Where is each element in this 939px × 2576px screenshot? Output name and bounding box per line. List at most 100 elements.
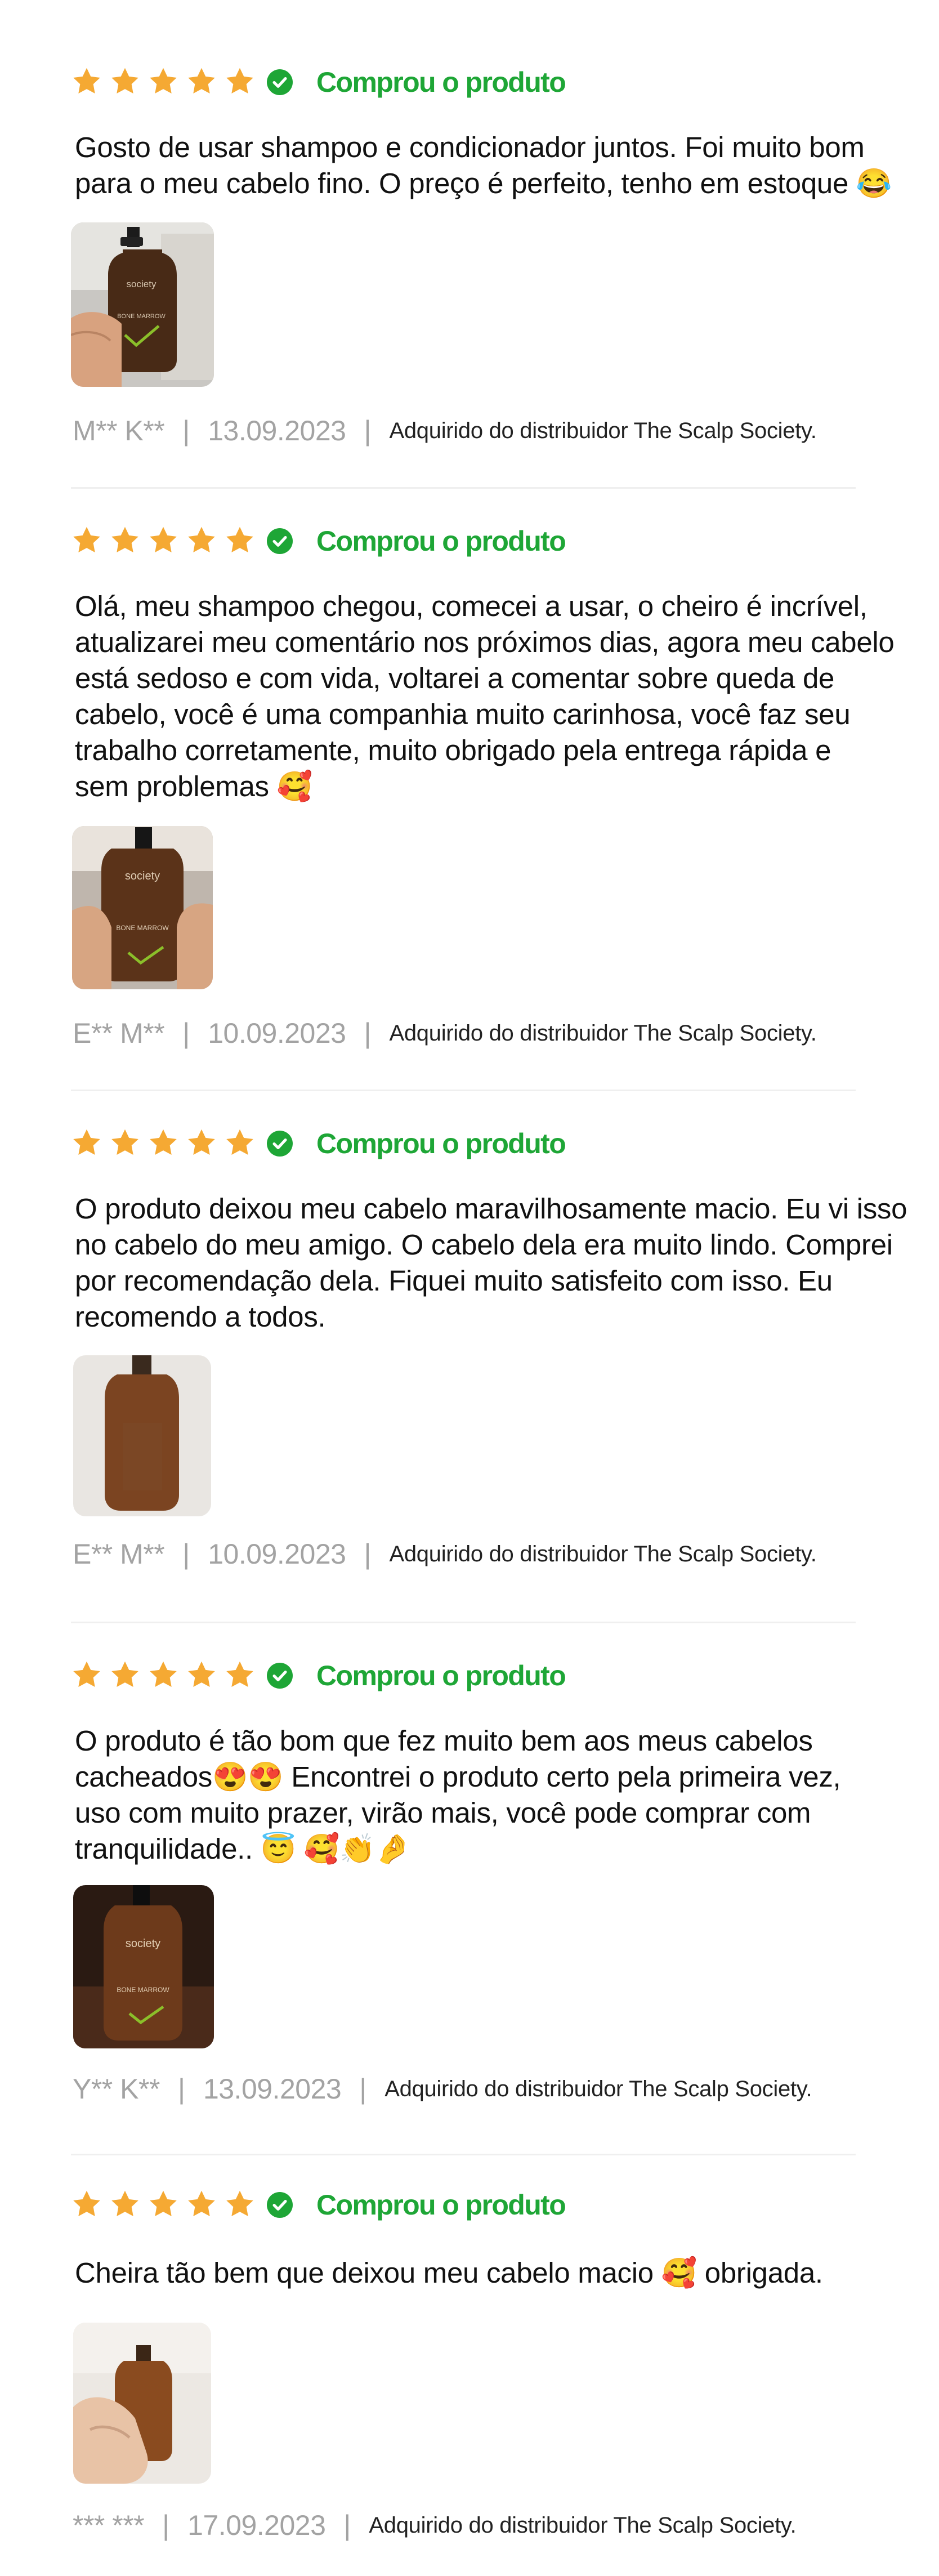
verified-purchase-label: Comprou o produto [316,525,566,557]
verified-check-icon [267,528,293,554]
review-source: Adquirido do distribuidor The Scalp Soci… [389,418,817,443]
review-author: *** *** [73,2510,145,2541]
review-text: Cheira tão bem que deixou meu cabelo mac… [75,2255,908,2291]
photo-brand-text: society [127,279,157,289]
review-date: 13.09.2023 [203,2073,342,2105]
review-date: 10.09.2023 [208,1017,346,1049]
star-rating [71,2187,256,2221]
review-photo[interactable]: society BONE MARROW [73,1885,214,2048]
review-author: Y** K** [73,2073,160,2105]
star-icon [226,1129,253,1155]
review-author: E** M** [73,1017,165,1049]
review-date: 13.09.2023 [208,415,346,447]
verified-purchase-label: Comprou o produto [316,66,566,98]
review-text-line: Gosto de usar shampoo e condicionador ju… [75,131,865,163]
review-text: O produto deixou meu cabelo maravilhosam… [75,1191,908,1335]
star-icon [73,526,100,552]
review-source: Adquirido do distribuidor The Scalp Soci… [389,1020,817,1046]
star-icon [73,68,100,93]
star-icon [111,1129,138,1155]
review-text: Olá, meu shampoo chegou, comecei a usar,… [75,588,908,805]
meta-separator: | [162,2510,170,2541]
verified-check-icon [267,2192,293,2218]
review-text-line: para o meu cabelo fino. O preço é perfei… [75,167,892,199]
star-icon [73,2190,100,2216]
review-photo[interactable] [73,2323,211,2484]
review-text-line: Olá, meu shampoo chegou, comecei a usar,… [75,590,868,622]
review-text-line: tranquilidade.. 😇 🥰👏🤌 [75,1833,411,1865]
meta-separator: | [364,1017,372,1049]
photo-product-text: BONE MARROW [117,1986,169,1994]
review-divider [71,487,856,489]
review-meta: E** M** | 10.09.2023 | Adquirido do dist… [73,1537,817,1571]
star-rating [71,65,256,99]
review-photo[interactable]: society BONE MARROW [71,222,214,387]
review-photo[interactable]: society BONE MARROW [72,826,213,989]
star-rating [71,1658,256,1692]
review-text-line: por recomendação dela. Fiquei muito sati… [75,1265,833,1297]
star-icon [150,2190,177,2216]
star-rating [71,524,256,557]
review-text-line: O produto é tão bom que fez muito bem ao… [75,1725,813,1757]
meta-separator: | [182,1538,190,1570]
star-icon [111,1661,138,1687]
review-meta: *** *** | 17.09.2023 | Adquirido do dist… [73,2508,797,2542]
verified-check-icon [267,1131,293,1157]
photo-brand-text: society [126,1937,160,1950]
photo-product-text: BONE MARROW [117,313,166,320]
review-text-line: está sedoso e com vida, voltarei a comen… [75,662,835,694]
review-text-line: O produto deixou meu cabelo maravilhosam… [75,1193,907,1225]
meta-separator: | [182,415,190,447]
review-divider [71,1622,856,1623]
star-icon [150,68,177,93]
review-source: Adquirido do distribuidor The Scalp Soci… [369,2512,797,2538]
star-icon [226,2190,253,2216]
star-icon [188,526,215,552]
star-icon [150,1129,177,1155]
star-icon [226,526,253,552]
review-date: 10.09.2023 [208,1538,346,1570]
review-text-line: Cheira tão bem que deixou meu cabelo mac… [75,2257,823,2289]
review-author: E** M** [73,1538,165,1570]
review-source: Adquirido do distribuidor The Scalp Soci… [384,2076,812,2101]
review-meta: E** M** | 10.09.2023 | Adquirido do dist… [73,1016,817,1050]
verified-purchase-label: Comprou o produto [316,1128,566,1159]
verified-check-icon [267,69,293,95]
review-divider [71,1090,856,1091]
review-text-line: no cabelo do meu amigo. O cabelo dela er… [75,1229,893,1261]
meta-separator: | [177,2073,185,2105]
star-icon [73,1661,100,1687]
star-icon [226,68,253,93]
star-rating [71,1126,256,1160]
review-meta: Y** K** | 13.09.2023 | Adquirido do dist… [73,2072,812,2106]
review-date: 17.09.2023 [187,2510,326,2541]
review-text-line: trabalho corretamente, muito obrigado pe… [75,734,831,766]
review-text: O produto é tão bom que fez muito bem ao… [75,1723,908,1867]
star-icon [226,1661,253,1687]
star-icon [73,1129,100,1155]
review-text-line: uso com muito prazer, virão mais, você p… [75,1797,811,1829]
review-divider [71,2154,856,2155]
meta-separator: | [359,2073,367,2105]
review-text-line: atualizarei meu comentário nos próximos … [75,626,895,658]
photo-product-text: BONE MARROW [116,924,169,932]
review-source: Adquirido do distribuidor The Scalp Soci… [389,1541,817,1566]
review-text-line: sem problemas 🥰 [75,770,312,802]
review-meta: M** K** | 13.09.2023 | Adquirido do dist… [73,414,817,448]
verified-purchase-label: Comprou o produto [316,1660,566,1691]
review-text-line: cacheados😍😍 Encontrei o produto certo pe… [75,1761,841,1793]
meta-separator: | [364,415,372,447]
star-icon [150,1661,177,1687]
star-icon [111,2190,138,2216]
review-text-line: cabelo, você é uma companhia muito carin… [75,698,851,730]
star-icon [188,1661,215,1687]
meta-separator: | [182,1017,190,1049]
star-icon [188,1129,215,1155]
verified-check-icon [267,1663,293,1689]
star-icon [111,526,138,552]
star-icon [111,68,138,93]
review-photo[interactable] [73,1355,211,1516]
star-icon [188,2190,215,2216]
review-text-line: recomendo a todos. [75,1301,326,1333]
star-icon [188,68,215,93]
